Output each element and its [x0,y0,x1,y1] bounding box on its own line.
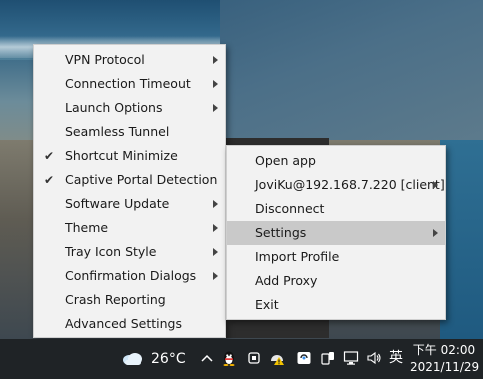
menu-item-label: VPN Protocol [65,52,145,67]
menu-item-label: Software Update [65,196,170,211]
menu-item-tray-icon-style[interactable]: Tray Icon Style [34,240,225,264]
clock-time: 下午 02:00 [412,343,476,357]
menu-item-seamless-tunnel[interactable]: Seamless Tunnel [34,120,225,144]
network-warning-icon[interactable] [268,350,284,366]
menu-item-label: Connection Timeout [65,76,191,91]
submenu-arrow-icon [213,200,218,208]
menu-item-label: Add Proxy [255,273,318,288]
menu-item-label: Import Profile [255,249,340,264]
menu-item-connection-timeout[interactable]: Connection Timeout [34,72,225,96]
submenu-arrow-icon [433,181,438,189]
checkmark-icon: ✔ [43,149,55,163]
menu-item-label: Open app [255,153,316,168]
menu-item-label: Confirmation Dialogs [65,268,197,283]
taskbar-clock[interactable]: 下午 02:00 2021/11/29 [410,342,480,376]
vpn-client-icon[interactable] [246,350,262,366]
menu-item-label: Theme [65,220,109,235]
menu-item-label: Shortcut Minimize [65,148,178,163]
security-icon[interactable] [296,350,312,366]
menu-item-disconnect[interactable]: Disconnect [227,197,445,221]
weather-temperature[interactable]: 26°C [151,350,186,368]
menu-item-label: Settings [255,225,307,240]
menu-item-captive-portal-detection[interactable]: ✔ Captive Portal Detection [34,168,225,192]
checkmark-icon: ✔ [43,173,55,187]
submenu-arrow-icon [213,272,218,280]
menu-item-connection-profile[interactable]: JoviKu@192.168.7.220 [client] [227,173,445,197]
submenu-arrow-icon [213,248,218,256]
menu-item-advanced-settings[interactable]: Advanced Settings [34,312,225,336]
weather-cloud-icon[interactable] [121,350,143,366]
menu-item-label: Crash Reporting [65,292,166,307]
menu-item-settings[interactable]: Settings [227,221,445,245]
clock-date: 2021/11/29 [410,360,480,374]
submenu-arrow-icon [213,224,218,232]
submenu-arrow-icon [433,229,438,237]
input-method-indicator[interactable]: 英 [389,349,403,367]
menu-item-label: Advanced Settings [65,316,182,331]
show-hidden-icons-chevron-icon[interactable] [200,351,214,365]
volume-icon[interactable] [366,350,382,366]
wallpaper-water [440,140,483,339]
menu-item-label: Launch Options [65,100,163,115]
submenu-arrow-icon [213,104,218,112]
menu-item-crash-reporting[interactable]: Crash Reporting [34,288,225,312]
menu-item-open-app[interactable]: Open app [227,149,445,173]
menu-item-label: JoviKu@192.168.7.220 [client] [255,177,445,192]
menu-item-add-proxy[interactable]: Add Proxy [227,269,445,293]
menu-item-label: Captive Portal Detection [65,172,218,187]
submenu-arrow-icon [213,56,218,64]
taskbar: 26°C 英 下午 02:00 2021/11/29 [0,339,483,379]
settings-submenu: VPN Protocol Connection Timeout Launch O… [33,44,226,338]
menu-item-vpn-protocol[interactable]: VPN Protocol [34,48,225,72]
network-icon[interactable] [343,350,359,366]
phone-link-icon[interactable] [320,350,336,366]
menu-item-software-update[interactable]: Software Update [34,192,225,216]
menu-item-shortcut-minimize[interactable]: ✔ Shortcut Minimize [34,144,225,168]
menu-item-import-profile[interactable]: Import Profile [227,245,445,269]
tray-context-menu: Open app JoviKu@192.168.7.220 [client] D… [226,145,446,320]
submenu-arrow-icon [213,80,218,88]
menu-item-confirmation-dialogs[interactable]: Confirmation Dialogs [34,264,225,288]
menu-item-label: Seamless Tunnel [65,124,170,139]
menu-item-label: Tray Icon Style [65,244,157,259]
menu-item-theme[interactable]: Theme [34,216,225,240]
wallpaper-rock [220,0,483,150]
menu-item-exit[interactable]: Exit [227,293,445,317]
menu-item-label: Exit [255,297,279,312]
qq-penguin-icon[interactable] [221,350,237,366]
menu-item-launch-options[interactable]: Launch Options [34,96,225,120]
menu-item-label: Disconnect [255,201,325,216]
